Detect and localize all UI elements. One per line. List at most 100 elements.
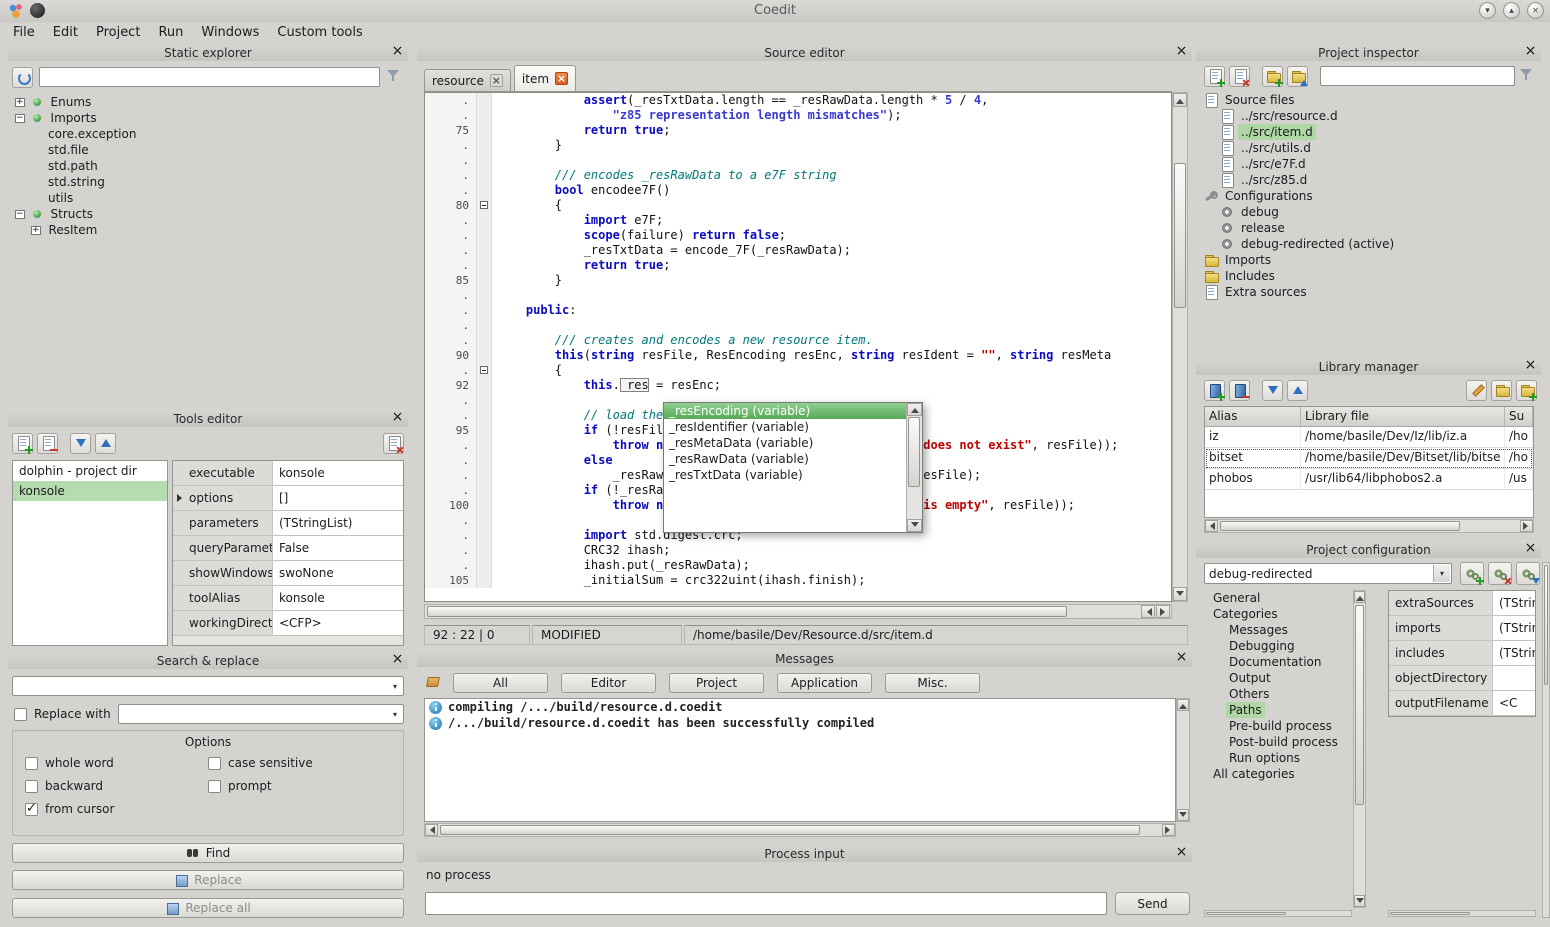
library-row[interactable]: phobos /usr/lib64/libphobos2.a /us [1205, 469, 1533, 490]
search-option[interactable]: ✓ case sensitive [208, 756, 391, 770]
tree-item[interactable]: Includes [1198, 268, 1539, 284]
tree-item[interactable]: std.string [10, 174, 406, 190]
column-header[interactable]: Alias [1205, 407, 1301, 426]
fold-gutter[interactable] [477, 123, 492, 138]
menu-item[interactable]: File [4, 23, 44, 42]
hscroll-thumb[interactable] [1220, 521, 1460, 531]
tree-item[interactable]: ../src/resource.d [1198, 108, 1539, 124]
scroll-down-button[interactable] [1177, 809, 1189, 821]
tree-item[interactable]: Post-build process [1204, 734, 1352, 750]
close-panel-icon[interactable]: × [1174, 44, 1189, 60]
property-value[interactable]: (TStringList) [1493, 641, 1535, 665]
search-option[interactable]: ✓ whole word [25, 756, 208, 770]
message-filter-button[interactable]: Misc. [885, 673, 980, 693]
fold-gutter[interactable] [477, 258, 492, 273]
combo-arrow-icon[interactable]: ▾ [393, 710, 399, 719]
tab-close-icon[interactable]: × [490, 74, 503, 87]
filter-icon[interactable] [1519, 67, 1537, 85]
library-hscrollbar[interactable] [1204, 519, 1534, 533]
fold-gutter[interactable] [477, 483, 492, 498]
checkbox[interactable]: ✓ [25, 757, 38, 770]
properties-hscrollbar[interactable] [1388, 910, 1536, 917]
scroll-left-button[interactable] [1141, 605, 1155, 618]
completion-item[interactable]: _resTxtData (variable) [664, 467, 906, 483]
scroll-right-button[interactable] [1162, 824, 1175, 836]
property-value[interactable]: <C [1493, 691, 1535, 715]
hscroll-thumb[interactable] [427, 606, 1067, 617]
tree-item[interactable]: Output [1204, 670, 1352, 686]
property-value[interactable]: (TStringList) [1493, 616, 1535, 640]
tree-item[interactable]: Categories [1204, 606, 1352, 622]
tree-item[interactable]: ../src/utils.d [1198, 140, 1539, 156]
find-button[interactable]: Find [12, 843, 404, 863]
tree-item[interactable]: Documentation [1204, 654, 1352, 670]
hscroll-thumb[interactable] [1390, 912, 1470, 915]
fold-gutter[interactable] [477, 138, 492, 153]
process-input-field[interactable] [425, 892, 1107, 915]
close-panel-icon[interactable]: × [1523, 358, 1538, 374]
completion-item[interactable]: _resIdentifier (variable) [664, 419, 906, 435]
tree-item[interactable]: ../src/z85.d [1198, 172, 1539, 188]
fold-gutter[interactable] [477, 273, 492, 288]
fold-gutter[interactable] [477, 438, 492, 453]
column-header[interactable]: Library file [1301, 407, 1505, 426]
fold-gutter[interactable] [477, 243, 492, 258]
editor-tab[interactable]: resource × [424, 69, 511, 91]
fold-gutter[interactable] [477, 378, 492, 393]
message-filter-button[interactable]: All [453, 673, 548, 693]
fold-gutter[interactable] [477, 288, 492, 303]
library-from-folder-button[interactable] [1491, 380, 1512, 401]
property-value[interactable]: (TStringList) [1493, 591, 1535, 615]
tree-item[interactable]: All categories [1204, 766, 1352, 782]
expander-icon[interactable]: − [15, 210, 25, 219]
fold-gutter[interactable] [477, 453, 492, 468]
menu-item[interactable]: Project [87, 23, 149, 42]
fold-gutter[interactable] [477, 513, 492, 528]
scroll-up-button[interactable] [1173, 93, 1187, 107]
edit-library-button[interactable] [1466, 380, 1487, 401]
add-library-button[interactable] [1204, 380, 1225, 401]
tool-list-item[interactable]: dolphin - project dir [13, 461, 167, 481]
fold-gutter[interactable] [477, 303, 492, 318]
message-row[interactable]: compiling /.../build/resource.d.coedit [425, 699, 1175, 715]
fold-gutter[interactable] [477, 213, 492, 228]
close-panel-icon[interactable]: × [390, 410, 405, 426]
replace-with-combo[interactable]: ▾ [118, 704, 404, 724]
fold-gutter[interactable] [477, 333, 492, 348]
tree-item[interactable]: std.path [10, 158, 406, 174]
close-panel-icon[interactable]: × [1523, 44, 1538, 60]
minimize-button[interactable]: ▾ [1479, 2, 1496, 19]
add-folder-button[interactable] [1262, 66, 1283, 87]
tree-item[interactable]: Pre-build process [1204, 718, 1352, 734]
tree-item[interactable]: Others [1204, 686, 1352, 702]
tree-item[interactable]: + ResItem [10, 222, 406, 238]
move-tool-up-button[interactable] [95, 433, 116, 454]
remove-library-button[interactable] [1229, 380, 1250, 401]
tree-item[interactable]: release [1198, 220, 1539, 236]
add-source-button[interactable] [1204, 66, 1225, 87]
search-option[interactable]: ✓ backward [25, 779, 208, 793]
close-panel-icon[interactable]: × [1174, 650, 1189, 666]
messages-vscrollbar[interactable] [1176, 698, 1190, 822]
tree-item[interactable]: Configurations [1198, 188, 1539, 204]
menu-item[interactable]: Edit [44, 23, 87, 42]
remove-tool-button[interactable] [37, 433, 58, 454]
send-button[interactable]: Send [1115, 892, 1190, 915]
checkbox[interactable]: ✓ [208, 780, 221, 793]
tree-item[interactable]: std.file [10, 142, 406, 158]
tree-item[interactable]: Imports [1198, 252, 1539, 268]
tree-item[interactable]: Extra sources [1198, 284, 1539, 300]
vscroll-thumb[interactable] [1174, 163, 1186, 308]
scroll-down-button[interactable] [907, 519, 922, 532]
fold-gutter[interactable] [477, 228, 492, 243]
hscroll-thumb[interactable] [1206, 912, 1286, 915]
tree-item[interactable]: utils [10, 190, 406, 206]
library-row[interactable]: bitset /home/basile/Dev/Bitset/lib/bitse… [1205, 448, 1533, 469]
tree-item[interactable]: − Structs [10, 206, 406, 222]
fold-gutter[interactable] [477, 318, 492, 333]
fold-gutter[interactable] [477, 423, 492, 438]
combo-arrow-icon[interactable]: ▾ [1433, 565, 1450, 582]
editor-vscrollbar[interactable] [1172, 92, 1188, 602]
combo-arrow-icon[interactable]: ▾ [393, 682, 399, 691]
editor-hscrollbar[interactable] [424, 604, 1172, 619]
